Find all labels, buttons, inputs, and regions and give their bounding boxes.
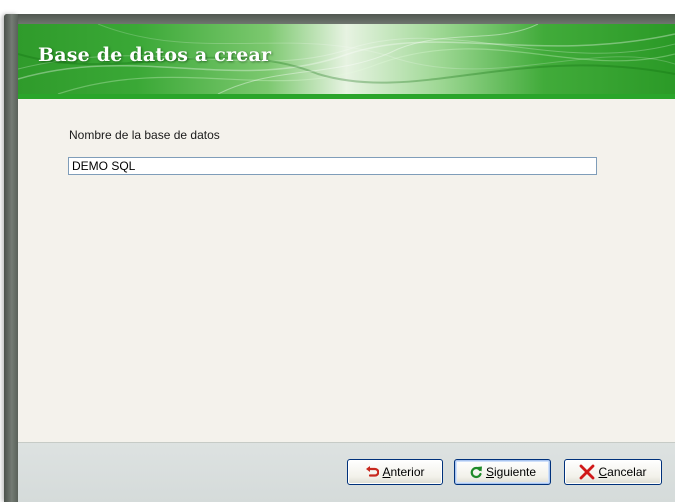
page-title: Base de datos a crear: [38, 44, 272, 66]
next-button-label: Siguiente: [485, 465, 537, 479]
header-banner: Base de datos a crear: [18, 24, 675, 94]
red-x-icon: [579, 464, 595, 480]
next-button[interactable]: Siguiente: [454, 459, 551, 485]
undo-arrow-icon: [365, 465, 380, 479]
db-name-input[interactable]: [68, 157, 597, 175]
button-bar: Anterior Siguiente Cancelar: [18, 443, 675, 502]
wizard-window: Base de datos a crear Nombre de la base …: [0, 0, 675, 502]
content-panel: [18, 99, 675, 442]
window-frame-left: [4, 14, 18, 502]
previous-button[interactable]: Anterior: [347, 459, 443, 485]
cancel-button[interactable]: Cancelar: [564, 459, 662, 485]
window-frame-top: [4, 14, 675, 24]
refresh-arrow-icon: [469, 465, 483, 479]
cancel-button-label: Cancelar: [598, 465, 647, 479]
previous-button-label: Anterior: [382, 465, 425, 479]
db-name-label: Nombre de la base de datos: [69, 128, 220, 142]
